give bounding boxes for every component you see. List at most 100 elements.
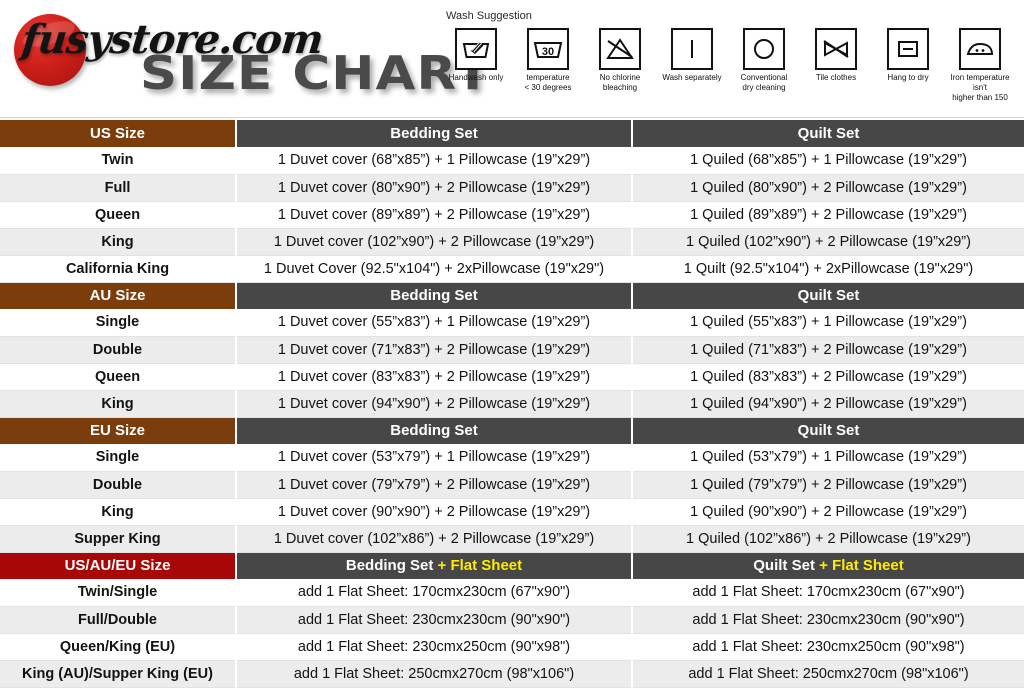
section-size-label: US/AU/EU Size: [0, 552, 237, 579]
cell-quilt-set: add 1 Flat Sheet: 250cmx270cm (98"x106"): [632, 660, 1024, 688]
bedding-label-highlight: + Flat Sheet: [437, 557, 523, 575]
wash-item-label: temperature < 30 degrees: [524, 73, 572, 92]
brand-logo: fusystore.com SIZE CHART: [0, 0, 490, 118]
cell-size: Queen: [0, 363, 237, 391]
cell-quilt-set: 1 Quiled (53”x79”) + 1 Pillowcase (19”x2…: [632, 444, 1024, 472]
page-title: SIZE CHART: [140, 46, 492, 100]
wash-separately-icon: [671, 28, 713, 70]
cell-bedding-set: 1 Duvet cover (80”x90”) + 2 Pillowcase (…: [236, 174, 633, 202]
cell-bedding-set: 1 Duvet cover (68”x85”) + 1 Pillowcase (…: [236, 147, 633, 175]
cell-size: King: [0, 390, 237, 418]
cell-size: Twin/Single: [0, 579, 237, 607]
size-chart-body: US Size Bedding Set Quilt Set Twin 1 Duvet c…: [0, 120, 1024, 688]
cell-quilt-set: add 1 Flat Sheet: 170cmx230cm (67"x90"): [632, 579, 1024, 607]
table-row: Supper King 1 Duvet cover (102”x86”) + 2 …: [0, 525, 1024, 553]
page-header: fusystore.com SIZE CHART Wash Suggestion…: [0, 0, 1024, 120]
size-chart-table: US Size Bedding Set Quilt Set Twin 1 Duvet c…: [0, 120, 1024, 688]
quilt-label-text: Quilt Set: [753, 557, 820, 575]
cell-quilt-set: add 1 Flat Sheet: 230cmx230cm (90"x90"): [632, 606, 1024, 634]
cell-size: King (AU)/Supper King (EU): [0, 660, 237, 688]
cell-quilt-set: 1 Quiled (71”x83”) + 2 Pillowcase (19”x2…: [632, 336, 1024, 364]
wash-suggestion-title: Wash Suggestion: [446, 10, 532, 22]
cell-bedding-set: 1 Duvet cover (71”x83”) + 2 Pillowcase (…: [236, 336, 633, 364]
cell-bedding-set: 1 Duvet cover (94”x90”) + 2 Pillowcase (…: [236, 390, 633, 418]
cell-size: Full/Double: [0, 606, 237, 634]
wash-item-label: Conventional dry cleaning: [740, 73, 788, 92]
table-row: Queen/King (EU) add 1 Flat Sheet: 230cmx2…: [0, 633, 1024, 661]
section-bedding-label: Bedding Set: [236, 282, 633, 309]
table-row: King (AU)/Supper King (EU) add 1 Flat She…: [0, 660, 1024, 688]
wash-icon-row: Handwash only 30 temperature < 30 degrees: [444, 28, 1022, 103]
cell-bedding-set: 1 Duvet Cover (92.5"x104") + 2xPillowcas…: [236, 255, 633, 283]
section-header-eu: EU Size Bedding Set Quilt Set: [0, 417, 1024, 444]
wash-item-conventional-dry-cleaning: Conventional dry cleaning: [732, 28, 796, 93]
wash-item-temperature-30: 30 temperature < 30 degrees: [516, 28, 580, 93]
cell-size: Queen/King (EU): [0, 633, 237, 661]
handwash-only-icon: [455, 28, 497, 70]
wash-item-no-chlorine-bleaching: No chlorine bleaching: [588, 28, 652, 93]
section-quilt-label: Quilt Set: [632, 282, 1024, 309]
cell-quilt-set: 1 Quiled (90”x90”) + 2 Pillowcase (19”x2…: [632, 498, 1024, 526]
cell-quilt-set: 1 Quiled (102”x86”) + 2 Pillowcase (19”x…: [632, 525, 1024, 553]
table-row: Double 1 Duvet cover (79”x79”) + 2 Pillow…: [0, 471, 1024, 499]
table-row: King 1 Duvet cover (102”x90”) + 2 Pillowc…: [0, 228, 1024, 256]
section-bedding-label: Bedding Set + Flat Sheet: [236, 552, 633, 579]
section-quilt-label: Quilt Set: [632, 120, 1024, 147]
cell-bedding-set: 1 Duvet cover (102”x86”) + 2 Pillowcase …: [236, 525, 633, 553]
cell-bedding-set: 1 Duvet cover (102”x90”) + 2 Pillowcase …: [236, 228, 633, 256]
no-tumble-dry-icon: [815, 28, 857, 70]
wash-item-label: Tile clothes: [815, 73, 857, 82]
wash-item-handwash-only: Handwash only: [444, 28, 508, 83]
section-header-flatsheet: US/AU/EU Size Bedding Set + Flat Sheet Qui…: [0, 552, 1024, 579]
cell-bedding-set: 1 Duvet cover (89”x89”) + 2 Pillowcase (…: [236, 201, 633, 229]
cell-quilt-set: add 1 Flat Sheet: 230cmx250cm (90"x98"): [632, 633, 1024, 661]
cell-size: King: [0, 498, 237, 526]
svg-text:30: 30: [542, 46, 554, 58]
wash-suggestion-panel: Wash Suggestion Handwash only 30 tempera…: [444, 6, 1022, 103]
no-chlorine-bleach-icon: [599, 28, 641, 70]
wash-item-wash-separately: Wash separately: [660, 28, 724, 83]
cell-bedding-set: 1 Duvet cover (90”x90”) + 2 Pillowcase (…: [236, 498, 633, 526]
header-divider: [0, 117, 1024, 118]
hang-to-dry-icon: [887, 28, 929, 70]
cell-quilt-set: 1 Quiled (94”x90”) + 2 Pillowcase (19”x2…: [632, 390, 1024, 418]
cell-quilt-set: 1 Quilt (92.5"x104") + 2xPillowcase (19"…: [632, 255, 1024, 283]
table-row: Single 1 Duvet cover (53”x79”) + 1 Pillow…: [0, 444, 1024, 472]
wash-item-label: No chlorine bleaching: [599, 73, 641, 92]
cell-bedding-set: add 1 Flat Sheet: 230cmx230cm (90"x90"): [236, 606, 633, 634]
wash-item-iron-temperature: Iron temperature isn't higher than 150: [948, 28, 1012, 103]
cell-quilt-set: 1 Quiled (68”x85”) + 1 Pillowcase (19”x2…: [632, 147, 1024, 175]
cell-bedding-set: 1 Duvet cover (83”x83”) + 2 Pillowcase (…: [236, 363, 633, 391]
cell-size: Twin: [0, 147, 237, 175]
cell-quilt-set: 1 Quiled (89”x89”) + 2 Pillowcase (19”x2…: [632, 201, 1024, 229]
section-quilt-label: Quilt Set: [632, 417, 1024, 444]
section-size-label: AU Size: [0, 282, 237, 309]
cell-size: Double: [0, 471, 237, 499]
section-size-label: US Size: [0, 120, 237, 147]
cell-size: California King: [0, 255, 237, 283]
wash-item-label: Hang to dry: [887, 73, 929, 82]
cell-bedding-set: add 1 Flat Sheet: 230cmx250cm (90"x98"): [236, 633, 633, 661]
cell-bedding-set: add 1 Flat Sheet: 170cmx230cm (67"x90"): [236, 579, 633, 607]
wash-item-tile-clothes: Tile clothes: [804, 28, 868, 83]
cell-quilt-set: 1 Quiled (80”x90”) + 2 Pillowcase (19”x2…: [632, 174, 1024, 202]
section-header-au: AU Size Bedding Set Quilt Set: [0, 282, 1024, 309]
table-row: Single 1 Duvet cover (55”x83”) + 1 Pillow…: [0, 309, 1024, 337]
bedding-label-text: Bedding Set: [345, 557, 438, 575]
table-row: Queen 1 Duvet cover (83”x83”) + 2 Pillowc…: [0, 363, 1024, 391]
cell-size: Supper King: [0, 525, 237, 553]
conventional-dry-cleaning-icon: [743, 28, 785, 70]
cell-bedding-set: 1 Duvet cover (79”x79”) + 2 Pillowcase (…: [236, 471, 633, 499]
cell-quilt-set: 1 Quiled (55”x83”) + 1 Pillowcase (19”x2…: [632, 309, 1024, 337]
table-row: Twin/Single add 1 Flat Sheet: 170cmx230cm…: [0, 579, 1024, 607]
section-quilt-label: Quilt Set + Flat Sheet: [632, 552, 1024, 579]
cell-quilt-set: 1 Quiled (102”x90”) + 2 Pillowcase (19”x…: [632, 228, 1024, 256]
table-row: Twin 1 Duvet cover (68”x85”) + 1 Pillowca…: [0, 147, 1024, 175]
cell-size: Queen: [0, 201, 237, 229]
table-row: Full 1 Duvet cover (80”x90”) + 2 Pillowca…: [0, 174, 1024, 202]
section-header-us: US Size Bedding Set Quilt Set: [0, 120, 1024, 147]
iron-low-temp-icon: [959, 28, 1001, 70]
cell-quilt-set: 1 Quiled (83”x83”) + 2 Pillowcase (19”x2…: [632, 363, 1024, 391]
cell-size: Double: [0, 336, 237, 364]
wash-item-label: Iron temperature isn't higher than 150: [950, 73, 1010, 102]
